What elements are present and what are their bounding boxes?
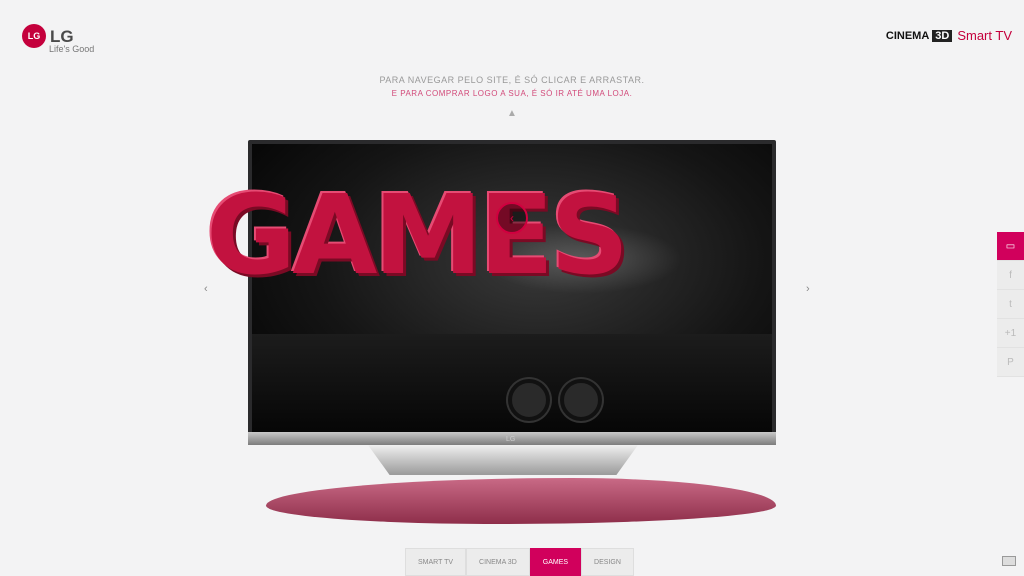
brand-smart-tv: Smart TV (957, 28, 1012, 43)
lg-logo[interactable]: LG LG Life's Good (22, 22, 112, 58)
purchase-hint: E PARA COMPRAR LOGO A SUA, É SÓ IR ATÉ U… (391, 89, 633, 98)
previous-arrow-icon[interactable]: ‹ (204, 283, 208, 295)
lg-tagline: Life's Good (49, 44, 95, 54)
brand-cinema: CINEMA (885, 29, 930, 42)
tab-cinema-3d[interactable]: CINEMA 3D (466, 548, 530, 576)
chevron-left-circle-icon[interactable]: ‹ (496, 202, 528, 234)
hero-title: GAMES (206, 171, 629, 299)
tab-smart-tv[interactable]: SMART TV (405, 548, 467, 576)
lg-logo-icon: LG (22, 24, 46, 48)
chevron-up-icon[interactable]: ▲ (506, 108, 518, 120)
pinterest-icon[interactable]: P (997, 348, 1024, 377)
email-icon[interactable]: ▭ (997, 232, 1024, 261)
red-cloth (266, 478, 776, 524)
tab-games[interactable]: GAMES (529, 548, 582, 576)
twitter-icon[interactable]: t (997, 290, 1024, 319)
google-plus-icon[interactable]: +1 (997, 319, 1024, 348)
tab-design[interactable]: DESIGN (581, 548, 634, 576)
facebook-icon[interactable]: f (997, 261, 1024, 290)
brand-3d: 3D (932, 29, 953, 42)
cinema-3d-smart-tv-logo: CINEMA 3D Smart TV (886, 28, 1012, 43)
section-tabs: SMART TV CINEMA 3D GAMES DESIGN (405, 548, 634, 576)
share-sidebar: ▭ f t +1 P (997, 232, 1024, 377)
next-arrow-icon[interactable]: › (806, 283, 810, 295)
navigation-hint: PARA NAVEGAR PELO SITE, É SÓ CLICAR E AR… (379, 75, 645, 85)
fullscreen-icon[interactable] (1002, 556, 1016, 566)
